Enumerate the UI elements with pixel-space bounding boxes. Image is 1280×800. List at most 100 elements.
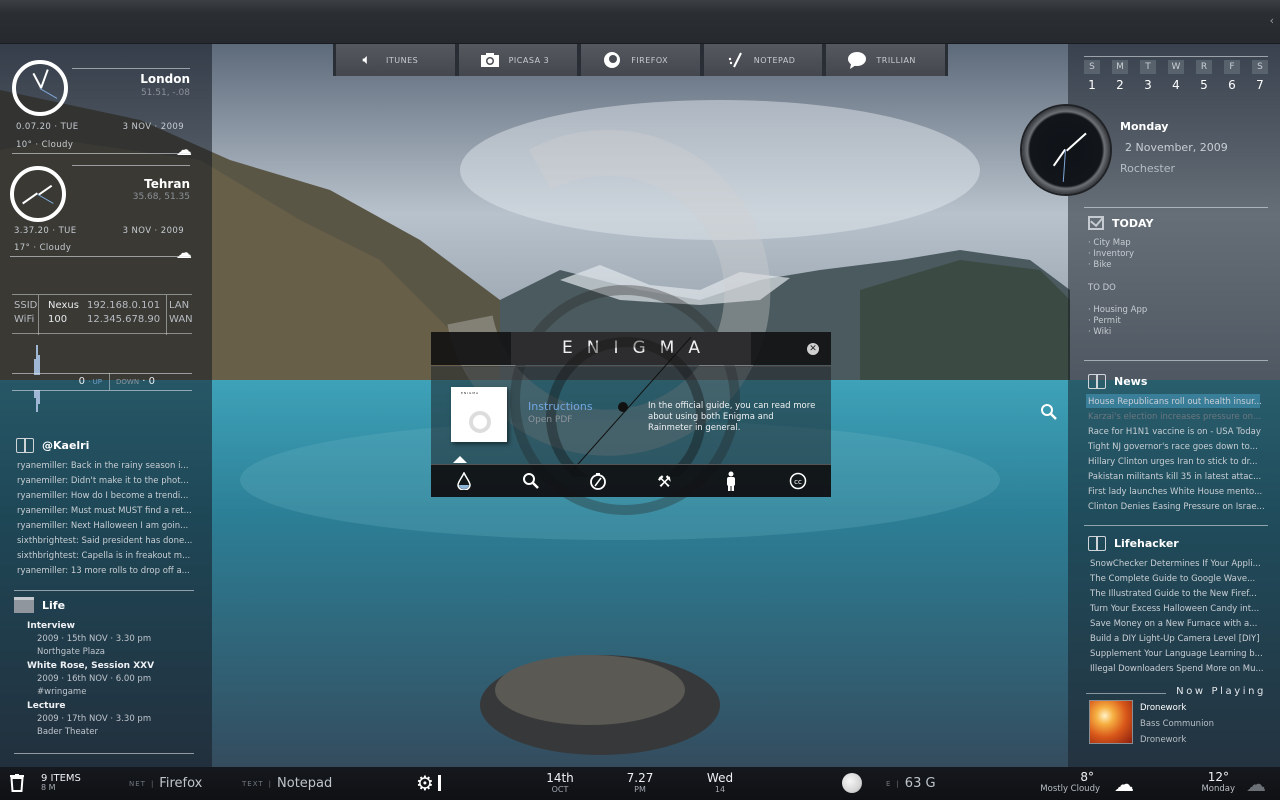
list-item[interactable]: SnowChecker Determines If Your Appli...	[1090, 557, 1264, 572]
day-header: S	[1252, 60, 1268, 74]
date-cell-today[interactable]: 2	[1112, 78, 1128, 92]
water-drop-icon[interactable]	[452, 469, 476, 493]
launch-label: FIREFOX	[631, 55, 669, 65]
compass-icon[interactable]	[586, 469, 610, 493]
checkbox-icon	[1088, 216, 1104, 230]
list-item[interactable]: House Republicans roll out health insur.…	[1088, 395, 1265, 410]
person-icon[interactable]	[719, 469, 743, 493]
list-item[interactable]: ryanemiller: How do I become a trendi...	[17, 489, 192, 504]
launch-trillian-button[interactable]: TRILLIAN	[826, 44, 945, 76]
news-header[interactable]: News	[1088, 374, 1147, 389]
twitter-title: @Kaelri	[42, 438, 90, 452]
album-art[interactable]	[1089, 700, 1133, 744]
volume-bar[interactable]	[437, 775, 441, 791]
day-header: W	[1168, 60, 1184, 74]
list-item[interactable]: ryanemiller: Didn't make it to the phot.…	[17, 474, 192, 489]
list-item[interactable]: Clinton Denies Easing Pressure on Israe.…	[1088, 500, 1265, 515]
moon-phase-icon	[842, 773, 862, 793]
list-item[interactable]: Race for H1N1 vaccine is on - USA Today	[1088, 425, 1265, 440]
list-item[interactable]: ryanemiller: Next Halloween I am goin...	[17, 519, 192, 534]
city-coords: 51.51, -.08	[140, 88, 190, 98]
rain-cloud-icon: ☁	[1246, 772, 1266, 796]
event-item[interactable]: White Rose, Session XXV 2009 · 16th NOV …	[14, 659, 194, 699]
local-date-info: Monday 2 November, 2009 Rochester	[1120, 120, 1228, 175]
event-item[interactable]: Interview 2009 · 15th NOV · 3.30 pm Nort…	[14, 619, 194, 659]
launch-notepad-button[interactable]: NOTEPAD	[703, 44, 823, 76]
list-item[interactable]: Build a DIY Light-Up Camera Level [DIY]	[1090, 632, 1264, 647]
night-cloud-icon: ☁	[1114, 772, 1134, 796]
drive-space[interactable]: E | 63 G	[886, 776, 936, 791]
event-item[interactable]: Lecture 2009 · 17th NOV · 3.30 pm Bader …	[14, 699, 194, 739]
todo-item[interactable]: · Housing App	[1088, 305, 1268, 316]
date-cell[interactable]: 3	[1140, 78, 1156, 92]
todo-item[interactable]: · Permit	[1088, 316, 1268, 327]
text-app-shortcut[interactable]: TEXT | Notepad	[242, 776, 332, 791]
day-header: F	[1224, 60, 1240, 74]
creative-commons-icon[interactable]: cc	[786, 469, 810, 493]
list-item[interactable]: Supplement Your Language Learning b...	[1090, 647, 1264, 662]
todo-item[interactable]: · Inventory	[1088, 249, 1268, 260]
collapse-arrow-icon[interactable]: ‹	[1270, 14, 1274, 27]
city-date: 3 NOV · 2009	[122, 226, 184, 236]
launch-firefox-button[interactable]: FIREFOX	[581, 44, 700, 76]
todo-widget: TODAY · City Map · Inventory · Bike TO D…	[1088, 216, 1268, 338]
divider	[1084, 525, 1268, 526]
date-cell[interactable]: 7	[1252, 78, 1268, 92]
calendar-icon	[14, 597, 34, 613]
list-item[interactable]: Tight NJ governor's race goes down to...	[1088, 440, 1265, 455]
pdf-thumbnail[interactable]: ENIGMA	[451, 387, 507, 442]
divider	[1086, 693, 1166, 694]
todo-item[interactable]: · Wiki	[1088, 327, 1268, 338]
twitter-header[interactable]: @Kaelri	[16, 438, 90, 453]
open-pdf-link[interactable]: Open PDF	[528, 415, 572, 425]
list-item[interactable]: Pakistan militants kill 35 in latest att…	[1088, 470, 1265, 485]
list-item[interactable]: ryanemiller: Must must MUST find a ret..…	[17, 504, 192, 519]
cloud-icon: ☁	[176, 140, 192, 159]
list-item[interactable]: ryanemiller: 13 more rolls to drop off a…	[17, 564, 192, 579]
life-title: Life	[42, 598, 66, 612]
instructions-link[interactable]: Instructions	[528, 400, 593, 413]
todo-item[interactable]: · City Map	[1088, 238, 1268, 249]
net-app-shortcut[interactable]: NET | Firefox	[129, 776, 202, 791]
list-item[interactable]: The Complete Guide to Google Wave...	[1090, 572, 1264, 587]
list-item[interactable]: First lady launches White House mento...	[1088, 485, 1265, 500]
wan-label: WAN	[169, 314, 193, 325]
list-item[interactable]: Illegal Downloaders Spend More on Mu...	[1090, 662, 1264, 677]
search-icon[interactable]	[519, 469, 543, 493]
city-date: 3 NOV · 2009	[122, 122, 184, 132]
list-item[interactable]: Hillary Clinton urges Iran to stick to d…	[1088, 455, 1265, 470]
list-item[interactable]: Karzai's election increases pressure on.…	[1088, 410, 1265, 425]
tools-icon[interactable]: ⚒	[652, 469, 676, 493]
time-display: 7.27 PM	[626, 771, 654, 794]
twitter-feed: ryanemiller: Back in the rainy season i.…	[17, 459, 192, 579]
date-cell[interactable]: 5	[1196, 78, 1212, 92]
close-button[interactable]: ✕	[807, 343, 819, 355]
search-icon[interactable]	[1040, 403, 1058, 425]
recycle-bin-icon[interactable]	[10, 774, 24, 796]
launch-picasa-button[interactable]: PICASA 3	[458, 44, 578, 76]
list-item[interactable]: ryanemiller: Back in the rainy season i.…	[17, 459, 192, 474]
todo-item[interactable]: · Bike	[1088, 260, 1268, 271]
list-item[interactable]: sixthbrightest: Capella is in freakout m…	[17, 549, 192, 564]
city-coords: 35.68, 51.35	[132, 192, 190, 202]
wan-ip: 12.345.678.90	[87, 314, 161, 325]
launch-itunes-button[interactable]: 🔈︎ ITUNES	[336, 44, 455, 76]
settings-button[interactable]: ⚙	[416, 773, 441, 793]
date-display: 14th OCT	[546, 771, 574, 794]
album-name: Dronework	[1140, 735, 1187, 745]
recycle-bin-info[interactable]: 9 ITEMS 8 M	[41, 773, 81, 792]
ssid-value: Nexus	[48, 300, 79, 311]
day-header: S	[1084, 60, 1100, 74]
city-name: London	[140, 72, 190, 86]
date-cell[interactable]: 1	[1084, 78, 1100, 92]
list-item[interactable]: Save Money on a New Furnace with a...	[1090, 617, 1264, 632]
date-cell[interactable]: 6	[1224, 78, 1240, 92]
dialog-body: ENIGMA Instructions Open PDF In the offi…	[431, 337, 831, 477]
wifi-label: WiFi	[14, 314, 35, 325]
date-cell[interactable]: 4	[1168, 78, 1184, 92]
list-item[interactable]: Turn Your Excess Halloween Candy int...	[1090, 602, 1264, 617]
list-item[interactable]: sixthbrightest: Said president has done.…	[17, 534, 192, 549]
lifehacker-header[interactable]: Lifehacker	[1088, 536, 1179, 551]
lifehacker-feed: SnowChecker Determines If Your Appli... …	[1090, 557, 1264, 677]
list-item[interactable]: The Illustrated Guide to the New Firef..…	[1090, 587, 1264, 602]
